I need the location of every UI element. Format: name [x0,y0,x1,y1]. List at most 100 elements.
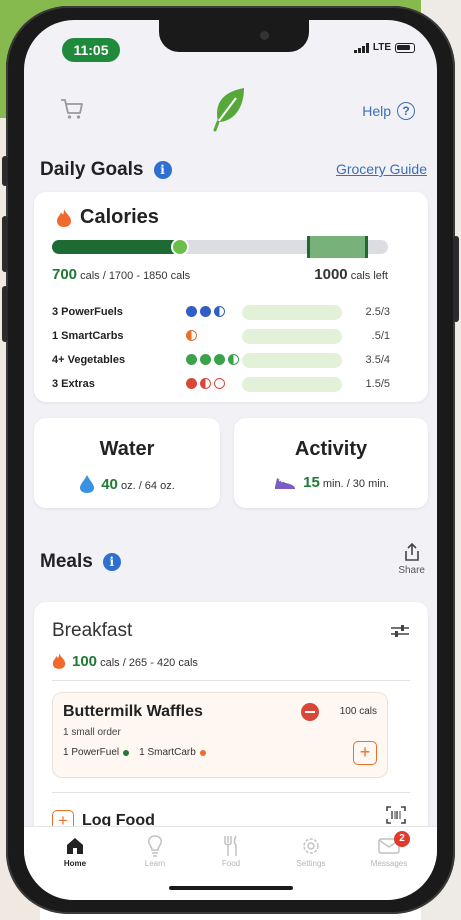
food-item-card[interactable]: Buttermilk Waffles 100 cals 1 small orde… [52,692,388,778]
battery-icon [395,42,415,53]
share-button[interactable]: Share [398,542,425,576]
phone-volume-down [2,286,8,342]
fuel-dots [186,330,197,341]
tab-home[interactable]: Home [40,833,110,868]
home-indicator[interactable] [169,886,293,890]
calories-progress-fill [52,240,180,254]
tab-messages[interactable]: 2 Messages [354,831,424,868]
calories-left-suffix: cals left [347,270,388,282]
adjust-icon[interactable] [390,624,410,643]
calories-heading: Calories [56,206,159,229]
add-food-button[interactable]: + [353,741,377,765]
fuel-track [242,353,342,368]
fuel-dots [186,378,225,389]
meals-info-icon[interactable]: i [102,553,121,571]
tab-learn-label: Learn [144,859,166,868]
calories-target-range [307,236,368,258]
tab-food[interactable]: Food [196,833,266,868]
calories-card: Calories 700 cals / 1700 - 1850 cals 100… [34,192,428,402]
water-card[interactable]: Water 40 oz. / 64 oz. [34,418,220,508]
grocery-guide-link[interactable]: Grocery Guide [336,161,427,177]
fuel-track [242,305,342,320]
fuel-row: 3 PowerFuels 2.5/3 [52,304,390,322]
food-tag-powerfuel: 1 PowerFuel [63,747,120,758]
fuel-dot-half [200,378,211,389]
fuel-dot-full [186,306,197,317]
food-portion: 1 small order [63,727,121,738]
fuel-row: 3 Extras 1.5/5 [52,376,390,394]
app-header: Help ? [24,76,437,146]
tab-settings-label: Settings [296,859,326,868]
fuel-dot-half [228,354,239,365]
camera [260,31,269,40]
cart-icon[interactable] [60,98,84,125]
fuel-count: .5/1 [371,330,390,342]
fuel-dot-full [186,378,197,389]
breakfast-cals-value: 100 [72,652,98,670]
calories-progress-knob [170,238,189,256]
notch [159,20,309,52]
tab-home-label: Home [63,859,87,868]
fuel-dots [186,354,239,365]
breakfast-title: Breakfast [52,620,133,641]
calories-summary: 700 cals / 1700 - 1850 cals 1000 cals le… [52,266,388,283]
fuel-label: 3 Extras [52,378,95,390]
help-label: Help [362,103,391,119]
breakfast-calories: 100 cals / 265 - 420 cals [52,652,198,670]
smartcarb-dot [199,749,206,756]
activity-card[interactable]: Activity 15 min. / 30 min. [234,418,428,508]
meals-title: Meals [40,551,93,572]
food-calories: 100 cals [339,706,377,717]
phone-power-button [453,236,459,322]
activity-title: Activity [294,438,368,460]
fuel-dot-full [214,354,225,365]
help-icon: ? [397,102,415,120]
tab-messages-label: Messages [370,859,408,868]
fuel-row: 4+ Vegetables 3.5/4 [52,352,390,370]
food-tag-smartcarb: 1 SmartCarb [139,747,196,758]
phone-frame: 11:05 LTE Help ? Daily Goals i Grocery G… [2,6,459,914]
lightbulb-icon [120,833,190,859]
activity-summary: 15 min. / 30 min. [234,474,428,491]
signal-icon [353,42,369,53]
tab-settings[interactable]: Settings [276,833,346,868]
meals-heading: Meals i [40,551,121,573]
activity-value: 15 [303,474,320,491]
fuel-dot-half [186,330,197,341]
daily-goals-info-icon[interactable]: i [153,161,172,179]
fuel-count: 3.5/4 [365,354,390,366]
food-tags: 1 PowerFuel 1 SmartCarb [63,747,206,758]
status-indicators: LTE [353,42,415,53]
daily-goals-heading: Daily Goals i [40,159,172,181]
activity-suffix: min. / 30 min. [319,478,389,490]
gear-icon [276,833,346,859]
fuel-dot-full [200,306,211,317]
tab-food-label: Food [221,859,241,868]
utensils-icon [196,833,266,859]
help-link[interactable]: Help ? [362,102,415,120]
home-icon [40,833,110,859]
remove-food-icon[interactable] [301,703,319,721]
fuel-dots [186,306,225,317]
water-title: Water [99,438,155,460]
calories-progress-bar [52,236,388,258]
phone-mute-switch [2,156,8,186]
envelope-icon: 2 [354,831,424,859]
leaf-logo-icon [212,86,248,137]
tab-learn[interactable]: Learn [120,833,190,868]
daily-goals-title: Daily Goals [40,159,144,180]
fuel-dot-full [186,354,197,365]
water-summary: 40 oz. / 64 oz. [34,474,220,494]
phone-screen: 11:05 LTE Help ? Daily Goals i Grocery G… [24,20,437,900]
fuel-row: 1 SmartCarbs .5/1 [52,328,390,346]
fuel-label: 1 SmartCarbs [52,330,124,342]
share-label: Share [398,565,425,576]
divider [52,792,410,793]
breakfast-cals-suffix: cals / 265 - 420 cals [97,656,198,669]
phone-volume-up [2,216,8,272]
fuel-label: 4+ Vegetables [52,354,126,366]
flame-icon [52,653,66,669]
powerfuel-dot [123,749,130,756]
fuel-dot-empty [214,378,225,389]
sneaker-icon [275,477,296,489]
